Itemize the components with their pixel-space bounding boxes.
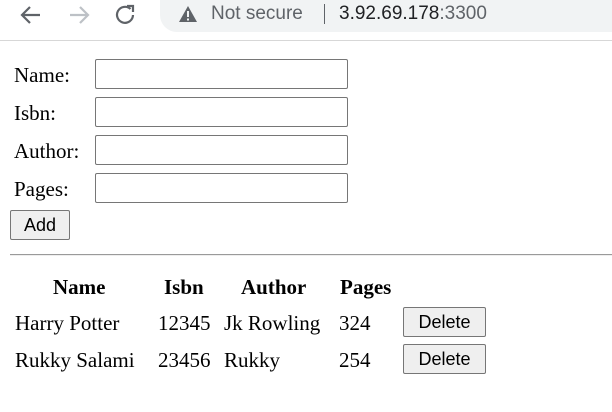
forward-button[interactable]	[64, 0, 94, 30]
pages-label: Pages:	[14, 177, 69, 201]
warning-icon	[179, 6, 197, 22]
cell-pages: 254	[339, 348, 371, 372]
security-status[interactable]: Not secure	[211, 1, 303, 27]
delete-button[interactable]: Delete	[403, 307, 486, 337]
header-author: Author	[241, 275, 307, 299]
forward-arrow-icon	[70, 6, 90, 24]
cell-isbn: 12345	[158, 311, 211, 335]
back-button[interactable]	[16, 0, 46, 30]
url-host: 3.92.69.178	[339, 3, 440, 24]
reload-icon	[115, 4, 135, 24]
reload-button[interactable]	[111, 0, 141, 30]
delete-button[interactable]: Delete	[403, 344, 486, 374]
isbn-label: Isbn:	[14, 101, 56, 125]
name-label: Name:	[14, 63, 70, 87]
cell-pages: 324	[339, 311, 371, 335]
cell-author: Jk Rowling	[224, 311, 321, 335]
divider	[10, 254, 612, 256]
back-arrow-icon	[20, 6, 40, 24]
pages-input[interactable]	[95, 173, 348, 203]
cell-name: Harry Potter	[15, 311, 120, 335]
header-pages: Pages	[340, 275, 392, 299]
header-name: Name	[53, 275, 106, 299]
cell-author: Rukky	[224, 348, 281, 372]
author-input[interactable]	[95, 135, 348, 165]
address-bar[interactable]: Not secure 3.92.69.178:3300	[160, 0, 612, 32]
author-label: Author:	[14, 139, 80, 163]
isbn-input[interactable]	[95, 97, 348, 127]
cell-isbn: 23456	[158, 348, 211, 372]
browser-toolbar: Not secure 3.92.69.178:3300	[0, 0, 612, 41]
url-text[interactable]: 3.92.69.178:3300	[339, 1, 487, 27]
header-isbn: Isbn	[164, 275, 204, 299]
name-input[interactable]	[95, 59, 348, 89]
url-port: :3300	[439, 3, 487, 24]
add-button[interactable]: Add	[10, 210, 70, 240]
cell-name: Rukky Salami	[15, 348, 135, 372]
address-separator	[324, 4, 325, 24]
